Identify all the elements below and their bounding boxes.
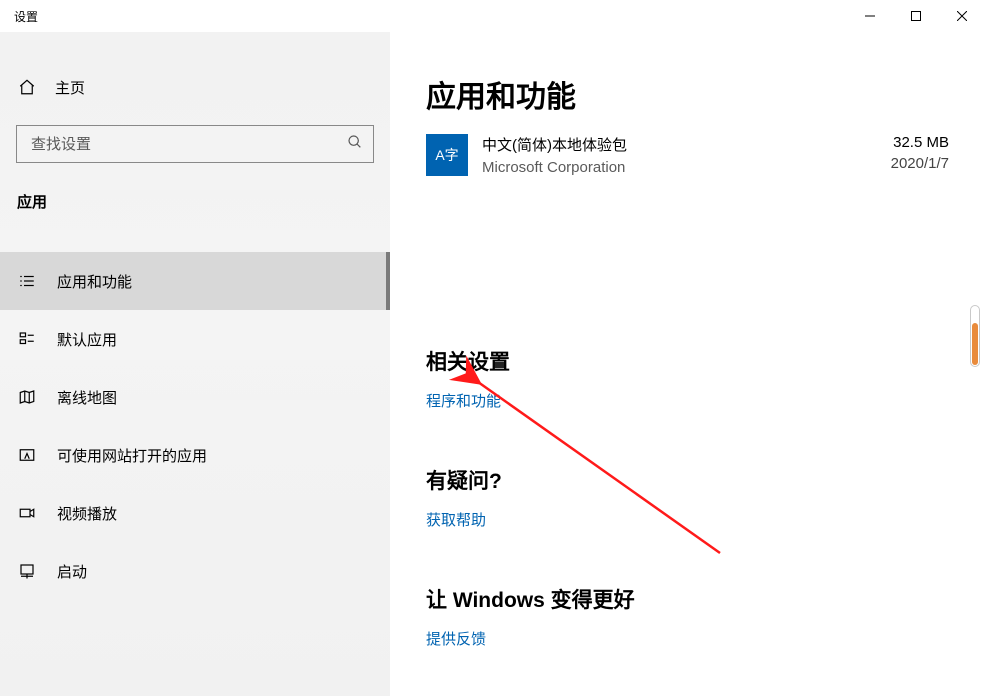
window-controls: [847, 0, 985, 32]
home-label: 主页: [55, 77, 85, 98]
section-heading: 让 Windows 变得更好: [426, 584, 949, 614]
startup-icon: [17, 562, 37, 580]
defaults-icon: [17, 330, 37, 348]
vertical-scrollbar[interactable]: [970, 305, 980, 367]
app-right-info: 32.5 MB 2020/1/7: [891, 134, 949, 172]
section-improve: 让 Windows 变得更好 提供反馈: [426, 584, 949, 649]
link-programs-and-features[interactable]: 程序和功能: [426, 390, 949, 411]
titlebar: 设置: [0, 0, 985, 32]
category-label: 应用: [0, 163, 390, 212]
app-date: 2020/1/7: [891, 155, 949, 172]
app-meta: 中文(简体)本地体验包 Microsoft Corporation: [482, 134, 877, 176]
nav-item-label: 可使用网站打开的应用: [57, 445, 207, 466]
search-input[interactable]: [31, 136, 297, 153]
app-icon: A字: [426, 134, 468, 176]
link-get-help[interactable]: 获取帮助: [426, 509, 949, 530]
home-icon: [17, 78, 37, 96]
search-box[interactable]: [16, 125, 374, 163]
scrollbar-thumb[interactable]: [972, 323, 978, 365]
sidebar: 主页 应用 应用和功能 默认应用: [0, 32, 390, 696]
open-icon: [17, 446, 37, 464]
close-button[interactable]: [939, 0, 985, 32]
section-question: 有疑问? 获取帮助: [426, 465, 949, 530]
map-icon: [17, 388, 37, 406]
app-publisher: Microsoft Corporation: [482, 159, 877, 176]
nav-item-apps-features[interactable]: 应用和功能: [0, 252, 390, 310]
section-related-settings: 相关设置 程序和功能: [426, 346, 949, 411]
link-feedback[interactable]: 提供反馈: [426, 628, 949, 649]
nav-item-apps-for-websites[interactable]: 可使用网站打开的应用: [0, 426, 390, 484]
window-title: 设置: [14, 8, 38, 25]
section-heading: 有疑问?: [426, 465, 949, 495]
nav-item-default-apps[interactable]: 默认应用: [0, 310, 390, 368]
home-link[interactable]: 主页: [0, 67, 390, 107]
section-heading: 相关设置: [426, 346, 949, 376]
page-title: 应用和功能: [426, 72, 949, 116]
app-name: 中文(简体)本地体验包: [482, 134, 877, 155]
nav-item-label: 视频播放: [57, 503, 117, 524]
minimize-button[interactable]: [847, 0, 893, 32]
search-icon: [347, 134, 363, 155]
nav-item-label: 离线地图: [57, 387, 117, 408]
app-icon-text: A字: [435, 148, 458, 162]
app-size: 32.5 MB: [891, 134, 949, 151]
list-icon: [17, 272, 37, 290]
nav-item-label: 应用和功能: [57, 271, 132, 292]
maximize-button[interactable]: [893, 0, 939, 32]
nav-item-startup[interactable]: 启动: [0, 542, 390, 600]
nav-item-video-playback[interactable]: 视频播放: [0, 484, 390, 542]
nav-item-label: 启动: [57, 561, 87, 582]
main-panel: 应用和功能 A字 中文(简体)本地体验包 Microsoft Corporati…: [390, 32, 985, 696]
app-list-item[interactable]: A字 中文(简体)本地体验包 Microsoft Corporation 32.…: [426, 134, 949, 176]
nav-item-label: 默认应用: [57, 329, 117, 350]
video-icon: [17, 504, 37, 522]
nav-item-offline-maps[interactable]: 离线地图: [0, 368, 390, 426]
nav-list: 应用和功能 默认应用 离线地图 可使用网站打开的应用: [0, 252, 390, 600]
